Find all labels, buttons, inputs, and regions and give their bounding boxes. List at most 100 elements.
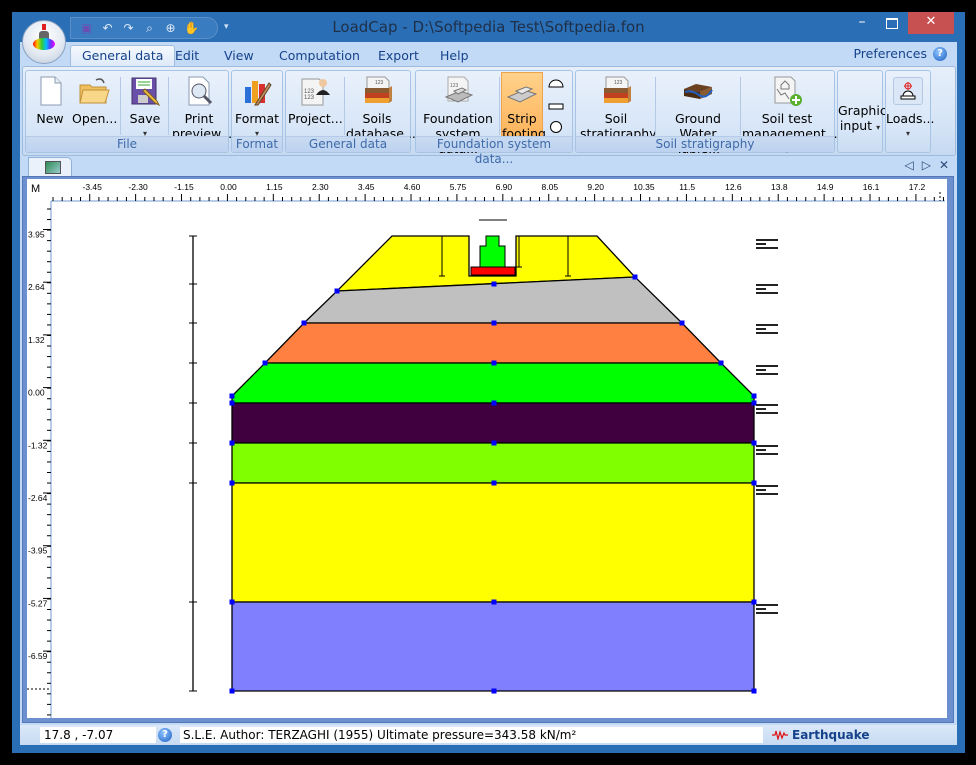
section-drawing[interactable]: -3.45 -2.30 -1.15 0.00 1.15 2.30 3.45 4.60 5.75 6… [27, 179, 947, 718]
vertex-handle[interactable] [491, 360, 497, 366]
tab-help[interactable]: Help [440, 46, 469, 66]
footing-column[interactable] [479, 235, 506, 268]
vertex-handle[interactable] [718, 360, 724, 366]
graphic-input-button[interactable]: Graphic input ▾ [838, 103, 887, 135]
vertex-handle[interactable] [751, 440, 757, 446]
layer-dark-purple[interactable] [231, 402, 755, 444]
ruler-x-label: 1.15 [266, 182, 283, 192]
close-button[interactable]: ✕ [908, 12, 954, 34]
close-document-icon[interactable]: ✕ [939, 158, 949, 172]
vertex-handle[interactable] [751, 393, 757, 399]
document-tab[interactable] [28, 157, 72, 176]
vertex-handle[interactable] [751, 480, 757, 486]
new-button[interactable]: New [32, 73, 68, 126]
group-label-file: File [26, 136, 228, 152]
minimize-button[interactable]: – [848, 12, 876, 34]
drawing-canvas[interactable]: -3.45 -2.30 -1.15 0.00 1.15 2.30 3.45 4.60 5.75 6… [27, 179, 947, 718]
pan-hand-icon[interactable]: ✋ [184, 21, 199, 36]
ruler-x-label: -2.30 [128, 182, 148, 192]
cursor-coordinates: 17.8 , -7.07 [40, 727, 156, 743]
vertex-handle[interactable] [679, 320, 685, 326]
vertex-handle[interactable] [229, 440, 235, 446]
redo-icon[interactable]: ↷ [121, 21, 136, 36]
vertex-handle[interactable] [632, 274, 638, 280]
vertex-handle[interactable] [229, 393, 235, 399]
svg-text:123: 123 [450, 83, 459, 89]
earthquake-button[interactable]: Earthquake [772, 727, 870, 743]
shape-rectangle-icon[interactable] [548, 103, 564, 110]
vertex-handle[interactable] [751, 400, 757, 406]
foundation-label: Foundation [423, 111, 493, 126]
layer-lime[interactable] [231, 442, 755, 484]
save-button[interactable]: Save ▾ [124, 73, 166, 141]
print-label: Print [184, 111, 214, 126]
open-button[interactable]: Open... [72, 73, 117, 126]
strip-footing[interactable] [470, 266, 516, 276]
vertex-handle[interactable] [491, 281, 497, 287]
zoom-page-icon[interactable]: ⊕ [163, 21, 178, 36]
layer-orange[interactable] [263, 322, 723, 364]
vertex-handle[interactable] [491, 480, 497, 486]
tab-general-data[interactable]: General data [70, 45, 176, 68]
shape-circle-icon[interactable] [550, 121, 562, 133]
zoom-icon[interactable]: ⌕ [142, 21, 157, 36]
preferences-button[interactable]: Preferences ? [853, 46, 947, 61]
shape-arch-icon[interactable] [548, 79, 564, 88]
save-icon[interactable]: ▣ [79, 21, 94, 36]
layer-properties-label [756, 324, 778, 326]
tab-view[interactable]: View [224, 46, 254, 66]
vertex-handle[interactable] [491, 400, 497, 406]
soil-test-icon [771, 75, 803, 107]
vertex-handle[interactable] [262, 360, 268, 366]
group-format: Format ▾ Format [231, 70, 283, 153]
undo-icon[interactable]: ↶ [100, 21, 115, 36]
client-area: General data Edit View Computation Expor… [20, 42, 957, 745]
vertex-handle[interactable] [334, 288, 340, 294]
vertex-handle[interactable] [301, 320, 307, 326]
vertex-handle[interactable] [491, 440, 497, 446]
soils-database-button[interactable]: 123 Soils database... [346, 73, 416, 141]
ruler-x-label: 2.30 [312, 182, 329, 192]
layer-properties-label [756, 332, 778, 334]
tab-edit[interactable]: Edit [175, 46, 199, 66]
project-person-icon: 123 123 [299, 75, 331, 107]
format-chart-brush-icon [241, 75, 273, 107]
ruler-x-label: 14.9 [817, 182, 834, 192]
separator [740, 77, 741, 135]
vertex-handle[interactable] [751, 599, 757, 605]
tab-export[interactable]: Export [378, 46, 419, 66]
tab-computation[interactable]: Computation [279, 46, 360, 66]
status-help-icon[interactable]: ? [158, 728, 172, 742]
project-label: Project... [288, 111, 343, 126]
help-icon[interactable]: ? [933, 46, 947, 61]
vertex-handle[interactable] [751, 688, 757, 694]
vertex-handle[interactable] [491, 599, 497, 605]
layer-properties-label [756, 369, 766, 371]
vertex-handle[interactable] [229, 480, 235, 486]
vertex-handle[interactable] [229, 688, 235, 694]
maximize-button[interactable] [878, 12, 906, 34]
project-button[interactable]: 123 123 Project... [288, 73, 343, 126]
vertex-handle[interactable] [491, 320, 497, 326]
loads-button[interactable]: Loads... ▾ [886, 75, 934, 141]
vertex-handle[interactable] [229, 400, 235, 406]
vertex-handle[interactable] [491, 688, 497, 694]
strip-footing-button[interactable]: Strip footing [501, 72, 546, 141]
soil-stratigraphy-button[interactable]: 123 Soil stratigraphy [580, 73, 657, 141]
print-preview-button[interactable]: Print preview... [172, 73, 232, 141]
ruler-x-label: 9.20 [587, 182, 604, 192]
ruler-x-label: 5.75 [450, 182, 467, 192]
app-menu-button[interactable] [22, 20, 66, 64]
format-button[interactable]: Format ▾ [234, 73, 280, 141]
layer-properties-label [756, 604, 778, 606]
app-logo-bulb-icon [33, 38, 55, 50]
previous-document-icon[interactable]: ◁ [904, 158, 913, 172]
layer-yellow[interactable] [231, 482, 755, 603]
layer-green[interactable] [231, 362, 755, 404]
layer-blue[interactable] [231, 601, 755, 692]
ruler-x-label: 4.60 [404, 182, 421, 192]
next-document-icon[interactable]: ▷ [922, 158, 931, 172]
vertex-handle[interactable] [229, 599, 235, 605]
group-loads: Loads... ▾ [885, 70, 934, 153]
customize-qat-icon[interactable]: ▾ [224, 22, 229, 32]
